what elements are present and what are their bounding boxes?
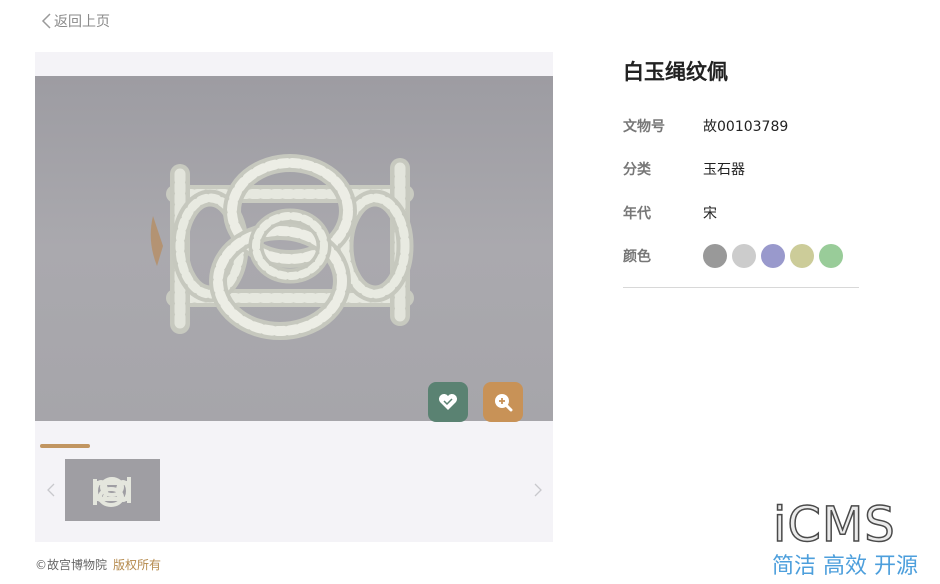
copyright-text: ©故宫博物院 [35,558,108,572]
color-swatch[interactable] [819,244,843,268]
main-image[interactable] [35,76,553,421]
copyright: ©故宫博物院 版权所有 [35,556,161,573]
color-swatch[interactable] [732,244,756,268]
heart-icon [439,394,457,410]
field-row-id: 文物号 故00103789 [623,115,788,137]
field-row-era: 年代 宋 [623,202,717,224]
artifact-detail: 白玉绳纹佩 文物号 故00103789 分类 玉石器 年代 宋 颜色 [623,58,859,288]
thumbnail-image[interactable] [65,459,160,521]
field-value: 故00103789 [703,119,789,135]
chevron-left-icon [41,13,51,29]
jade-pendant-thumbnail [65,459,160,521]
thumbnail-prev-icon[interactable] [44,480,58,500]
logo-wordmark: iCMS [772,497,896,553]
back-link[interactable]: 返回上页 [40,11,110,31]
field-label: 文物号 [623,119,665,135]
artifact-title: 白玉绳纹佩 [623,60,728,84]
jade-pendant-image [35,76,553,421]
field-label: 颜色 [623,249,651,265]
divider [623,287,859,288]
thumbnail-next-icon[interactable] [531,480,545,500]
color-swatch[interactable] [761,244,785,268]
favorite-button[interactable] [428,382,468,422]
field-value: 玉石器 [703,162,745,178]
color-swatch[interactable] [790,244,814,268]
zoom-in-icon [495,394,513,412]
field-label: 年代 [623,206,651,222]
field-row-category: 分类 玉石器 [623,158,745,180]
rights-link[interactable]: 版权所有 [113,558,161,572]
icms-logo: iCMS 简洁 高效 开源 [770,497,935,579]
color-swatches [703,244,848,268]
gallery-progress-bar [40,444,90,448]
field-label: 分类 [623,162,651,178]
zoom-button[interactable] [483,382,523,422]
color-swatch[interactable] [703,244,727,268]
field-row-colors: 颜色 [623,244,848,268]
image-gallery [35,52,553,542]
back-link-label: 返回上页 [54,14,110,30]
logo-tagline: 简洁 高效 开源 [772,554,918,579]
field-value: 宋 [703,206,717,222]
